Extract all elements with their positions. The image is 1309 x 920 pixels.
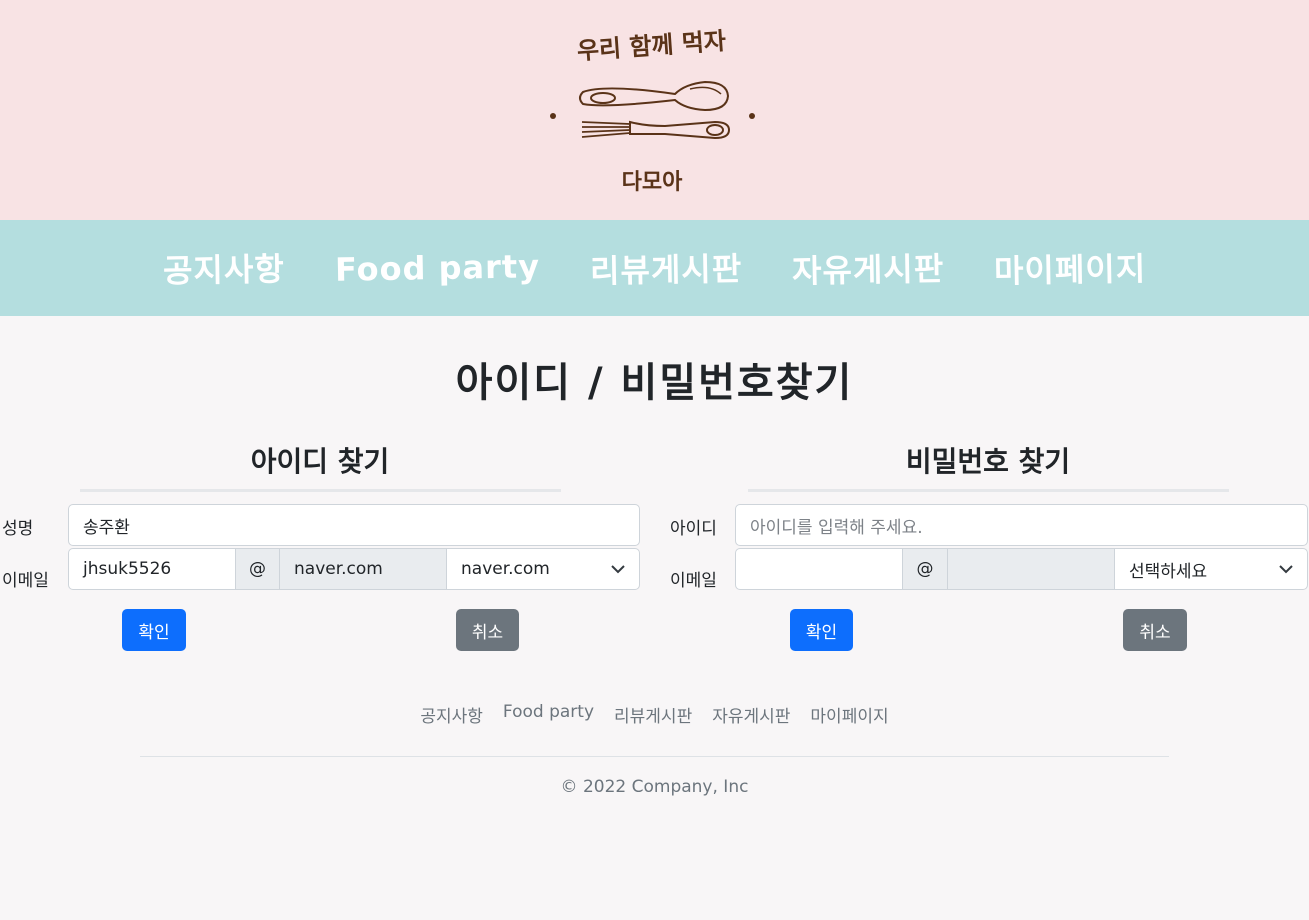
- at-sign-addon: @: [235, 548, 280, 590]
- logo-bottom-text: 다모아: [622, 170, 683, 195]
- domain-select-value: naver.com: [461, 559, 550, 579]
- find-pw-confirm-button[interactable]: 확인: [790, 609, 853, 651]
- spoon-fork-logo-icon: 우리 함께 먹자 다모아: [550, 27, 755, 195]
- site-logo[interactable]: 우리 함께 먹자 다모아: [545, 14, 760, 204]
- find-id-divider: [80, 489, 561, 492]
- email-label: 이메일: [2, 571, 49, 591]
- pw-email-domain-input[interactable]: [947, 548, 1115, 590]
- nav-item-free-board[interactable]: 자유게시판: [791, 244, 944, 293]
- find-id-confirm-button[interactable]: 확인: [122, 609, 186, 651]
- id-label: 아이디: [670, 519, 717, 539]
- pw-domain-select-value: 선택하세요: [1129, 561, 1208, 582]
- footer-link-notice[interactable]: 공지사항: [420, 702, 483, 727]
- email-id-input[interactable]: jhsuk5526: [68, 548, 236, 590]
- logo-top-text: 우리 함께 먹자: [576, 27, 727, 65]
- id-input[interactable]: 아이디를 입력해 주세요.: [735, 504, 1308, 546]
- find-pw-title: 비밀번호 찾기: [905, 445, 1071, 478]
- footer-link-free-board[interactable]: 자유게시판: [712, 702, 790, 727]
- nav-item-notice[interactable]: 공지사항: [162, 244, 285, 292]
- page-title: 아이디 / 비밀번호찾기: [455, 360, 854, 406]
- chevron-down-icon: [1279, 565, 1293, 574]
- copyright-text: © 2022 Company, Inc: [560, 777, 749, 797]
- nav-item-review-board[interactable]: 리뷰게시판: [589, 244, 742, 293]
- chevron-down-icon: [611, 565, 625, 574]
- footer-nav: 공지사항 Food party 리뷰게시판 자유게시판 마이페이지: [0, 702, 1309, 727]
- name-input[interactable]: 송주환: [68, 504, 640, 546]
- nav-item-food-party[interactable]: Food party: [334, 247, 540, 289]
- find-pw-cancel-button[interactable]: 취소: [1123, 609, 1187, 651]
- pw-email-domain-select[interactable]: 선택하세요: [1114, 548, 1308, 590]
- nav-item-mypage[interactable]: 마이페이지: [994, 244, 1147, 293]
- find-pw-divider: [748, 489, 1229, 492]
- find-id-cancel-button[interactable]: 취소: [456, 609, 519, 651]
- footer-link-food-party[interactable]: Food party: [503, 702, 594, 727]
- footer-divider: [140, 756, 1169, 757]
- name-label: 성명: [2, 519, 34, 539]
- site-header: 우리 함께 먹자 다모아: [0, 0, 1309, 220]
- email-domain-input[interactable]: naver.com: [279, 548, 447, 590]
- pw-at-sign-addon: @: [902, 548, 948, 590]
- main-nav: 공지사항 Food party 리뷰게시판 자유게시판 마이페이지: [0, 220, 1309, 316]
- footer-link-review-board[interactable]: 리뷰게시판: [614, 702, 692, 727]
- find-id-title: 아이디 찾기: [250, 445, 390, 478]
- pw-email-id-input[interactable]: [735, 548, 903, 590]
- footer-link-mypage[interactable]: 마이페이지: [810, 702, 888, 727]
- email-domain-select[interactable]: naver.com: [446, 548, 640, 590]
- pw-email-label: 이메일: [670, 571, 717, 591]
